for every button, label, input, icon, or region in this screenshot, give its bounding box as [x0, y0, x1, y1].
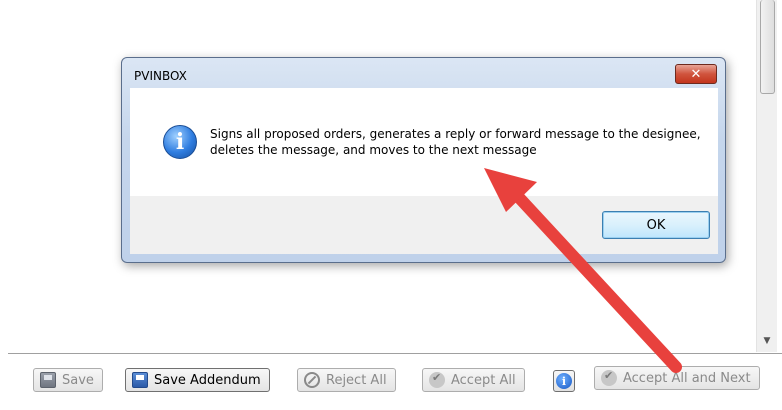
annotation-arrow-icon — [484, 168, 682, 373]
